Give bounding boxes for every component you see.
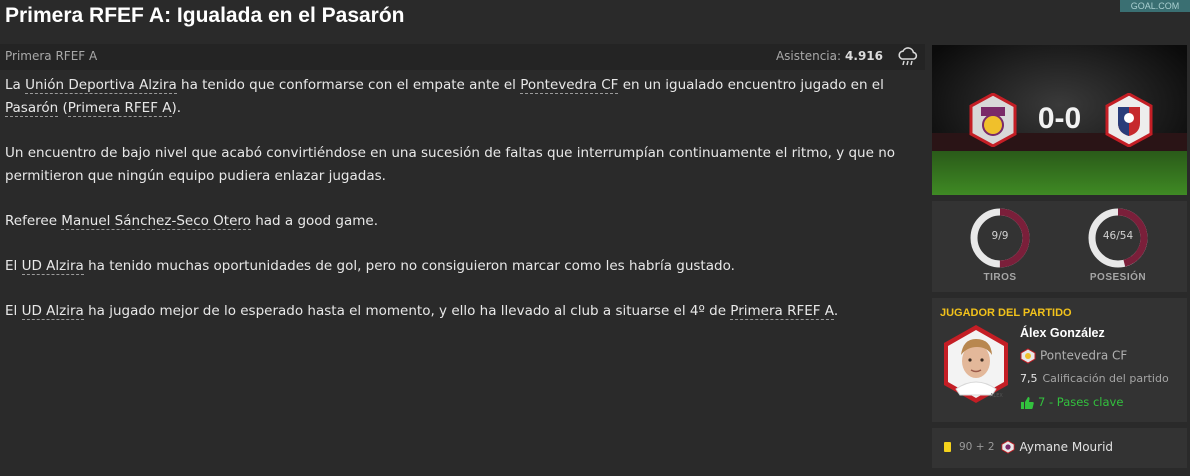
- text: Referee: [5, 213, 62, 229]
- player-rating: 7,5 Calificación del partido: [1020, 372, 1169, 385]
- competition-link[interactable]: Primera RFEF A: [67, 100, 172, 117]
- competition-link[interactable]: Primera RFEF A: [730, 303, 834, 320]
- referee-link[interactable]: Manuel Sánchez-Seco Otero: [61, 213, 251, 230]
- shots-stat: 9/9 TIROS: [960, 207, 1040, 283]
- yellow-card-icon: [944, 442, 951, 452]
- meta-bar: Primera RFEF A Asistencia: 4.916: [0, 44, 925, 70]
- rating-label: Calificación del partido: [1042, 372, 1169, 385]
- possession-label: POSESIÓN: [1089, 272, 1147, 283]
- key-passes-value: 7 - Pases clave: [1038, 395, 1124, 409]
- page-title: Primera RFEF A: Igualada en el Pasarón: [5, 4, 405, 27]
- report-paragraph: El UD Alzira ha jugado mejor de lo esper…: [5, 300, 915, 323]
- stadium-link[interactable]: Pasarón: [5, 100, 59, 117]
- thumbs-up-icon: [1021, 396, 1034, 409]
- badge-text: ALEX: [990, 393, 1003, 399]
- attendance: Asistencia: 4.916: [776, 49, 883, 63]
- potm-header: JUGADOR DEL PARTIDO: [940, 307, 1072, 319]
- report-paragraph: Referee Manuel Sánchez-Seco Otero had a …: [5, 210, 915, 233]
- player-of-match-panel: JUGADOR DEL PARTIDO ALEX Álex González P…: [932, 298, 1187, 422]
- rain-cloud-icon: [898, 47, 918, 66]
- report-paragraph: Un encuentro de bajo nivel que acabó con…: [5, 145, 896, 184]
- club-link[interactable]: Unión Deportiva Alzira: [25, 77, 177, 94]
- player-club-name: Pontevedra CF: [1040, 348, 1128, 363]
- source-tag[interactable]: GOAL.COM: [1120, 0, 1190, 12]
- player-photo[interactable]: ALEX: [940, 323, 1012, 409]
- possession-stat: 46/54 POSESIÓN: [1078, 207, 1158, 283]
- report-paragraph: El UD Alzira ha tenido muchas oportunida…: [5, 255, 915, 278]
- report-paragraph: La Unión Deportiva Alzira ha tenido que …: [5, 74, 915, 120]
- shots-label: TIROS: [983, 272, 1017, 283]
- text: ha tenido muchas oportunidades de gol, p…: [83, 258, 735, 274]
- player-name[interactable]: Álex González: [1020, 326, 1105, 340]
- text: El: [5, 258, 22, 274]
- text: ha jugado mejor de lo esperado hasta el …: [83, 303, 731, 319]
- text: (: [58, 100, 68, 116]
- club-link[interactable]: UD Alzira: [21, 303, 84, 320]
- match-report: La Unión Deportiva Alzira ha tenido que …: [5, 74, 915, 345]
- scoreboard: 0-0: [932, 45, 1187, 195]
- text: en un igualado encuentro jugado en el: [618, 77, 884, 93]
- competition-link[interactable]: Primera RFEF A: [5, 49, 97, 63]
- match-stats: 9/9 TIROS 46/54 POSESIÓN: [932, 201, 1187, 292]
- club-link[interactable]: UD Alzira: [21, 258, 84, 275]
- away-crest-icon: [1105, 93, 1153, 147]
- text: La: [5, 77, 26, 93]
- player-club[interactable]: Pontevedra CF: [1020, 348, 1127, 364]
- text: ha tenido que conformarse con el empate …: [176, 77, 521, 93]
- text: ).: [171, 100, 182, 116]
- event-minute: 90 + 2: [959, 441, 995, 453]
- text: .: [833, 303, 839, 319]
- rating-value: 7,5: [1020, 372, 1038, 385]
- attendance-label: Asistencia:: [775, 49, 842, 63]
- event-row[interactable]: 90 + 2 Aymane Mourid: [944, 440, 1113, 454]
- shots-value: 9/9: [991, 230, 1009, 242]
- event-player: Aymane Mourid: [1019, 440, 1114, 454]
- text: had a good game.: [250, 213, 378, 229]
- match-events: 90 + 2 Aymane Mourid: [932, 428, 1187, 468]
- club-link[interactable]: Pontevedra CF: [520, 77, 619, 94]
- attendance-value: 4.916: [845, 49, 883, 63]
- text: El: [5, 303, 22, 319]
- club-crest-icon: [1000, 440, 1015, 454]
- possession-value: 46/54: [1102, 230, 1134, 242]
- key-passes: 7 - Pases clave: [1020, 395, 1123, 410]
- club-crest-icon: [1020, 348, 1036, 364]
